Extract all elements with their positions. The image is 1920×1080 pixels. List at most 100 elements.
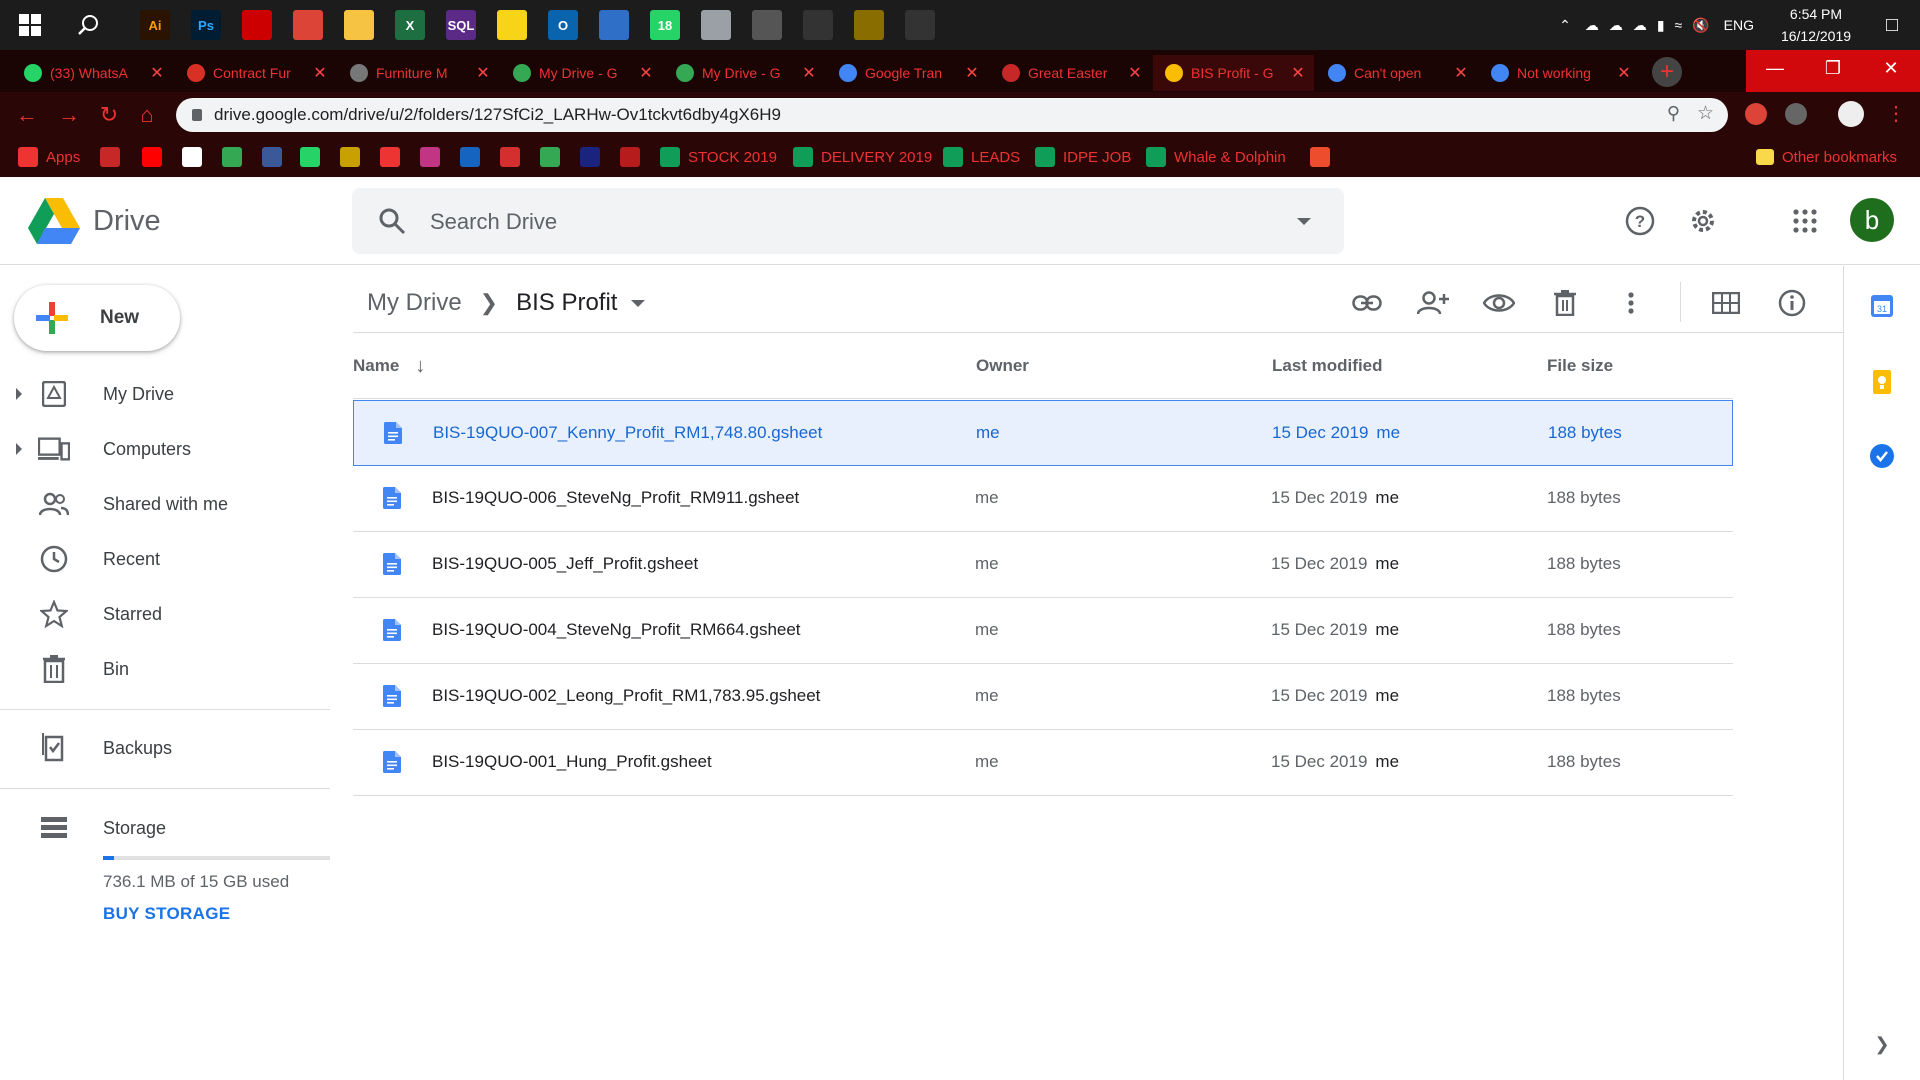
share-add-person-icon[interactable] — [1414, 284, 1452, 322]
bookmark-item[interactable] — [1310, 146, 1338, 168]
bookmark-item[interactable] — [420, 146, 448, 168]
profile-avatar-icon[interactable] — [1838, 101, 1864, 127]
excel-icon[interactable]: X — [392, 7, 428, 43]
close-tab-icon[interactable]: ✕ — [636, 63, 656, 83]
home-icon[interactable]: ⌂ — [134, 102, 160, 128]
bookmark-item[interactable]: LEADS — [943, 146, 1020, 168]
settings-gear-icon[interactable] — [1685, 203, 1721, 239]
expand-arrow-icon[interactable] — [16, 388, 22, 400]
new-button[interactable]: New — [14, 285, 180, 351]
get-link-icon[interactable] — [1348, 284, 1386, 322]
bookmark-item[interactable] — [340, 146, 368, 168]
new-tab-button[interactable]: + — [1652, 57, 1682, 87]
maximize-button[interactable]: ❐ — [1804, 50, 1862, 86]
taskbar-search-icon[interactable] — [71, 7, 107, 43]
close-tab-icon[interactable]: ✕ — [799, 63, 819, 83]
drive-logo-icon[interactable] — [28, 198, 80, 244]
bookmark-item[interactable] — [100, 146, 128, 168]
extension-icon[interactable] — [1785, 103, 1807, 125]
file-row[interactable]: BIS-19QUO-001_Hung_Profit.gsheet me 15 Dec… — [353, 730, 1733, 796]
file-name[interactable]: BIS-19QUO-002_Leong_Profit_RM1,783.95.gs… — [432, 664, 820, 728]
sidebar-item-storage[interactable]: Storage — [0, 802, 330, 854]
sidebar-item-computers[interactable]: Computers — [0, 423, 330, 475]
bookmark-item[interactable] — [580, 146, 608, 168]
language-indicator[interactable]: ENG — [1724, 17, 1754, 33]
sidebar-item-my-drive[interactable]: My Drive — [0, 368, 330, 420]
search-options-dropdown-icon[interactable] — [1297, 218, 1311, 225]
outlook-icon[interactable]: O — [545, 7, 581, 43]
sticky-notes-icon[interactable] — [494, 7, 530, 43]
sidebar-item-recent[interactable]: Recent — [0, 533, 330, 585]
bookmark-item[interactable] — [222, 146, 250, 168]
reload-icon[interactable]: ↻ — [96, 102, 122, 128]
sql-icon[interactable]: SQL — [443, 7, 479, 43]
file-row[interactable]: BIS-19QUO-006_SteveNg_Profit_RM911.gshee… — [353, 466, 1733, 532]
more-actions-icon[interactable] — [1612, 284, 1650, 322]
sort-arrow-down-icon[interactable]: ↓ — [415, 355, 425, 378]
sidebar-item-starred[interactable]: Starred — [0, 588, 330, 640]
search-icon[interactable] — [378, 207, 406, 235]
close-tab-icon[interactable]: ✕ — [1614, 63, 1634, 83]
file-name[interactable]: BIS-19QUO-001_Hung_Profit.gsheet — [432, 730, 712, 794]
bookmark-item[interactable] — [300, 146, 328, 168]
bookmark-item[interactable]: IDPE JOB — [1035, 146, 1131, 168]
expand-arrow-icon[interactable] — [16, 443, 22, 455]
google-apps-grid-icon[interactable] — [1787, 203, 1823, 239]
close-tab-icon[interactable]: ✕ — [310, 63, 330, 83]
bookmark-item[interactable] — [262, 146, 290, 168]
close-tab-icon[interactable]: ✕ — [1451, 63, 1471, 83]
file-name[interactable]: BIS-19QUO-005_Jeff_Profit.gsheet — [432, 532, 698, 596]
tasks-icon[interactable] — [1868, 442, 1896, 470]
zoom-icon[interactable]: ⚲ — [1667, 103, 1680, 124]
whatsapp-icon[interactable]: 18 — [647, 7, 683, 43]
bookmark-item[interactable]: Whale & Dolphin — [1146, 146, 1286, 168]
close-window-button[interactable]: ✕ — [1862, 50, 1920, 86]
remove-trash-icon[interactable] — [1546, 284, 1584, 322]
file-row[interactable]: BIS-19QUO-002_Leong_Profit_RM1,783.95.gs… — [353, 664, 1733, 730]
close-tab-icon[interactable]: ✕ — [1288, 63, 1308, 83]
wifi-icon[interactable]: ≈ — [1675, 17, 1683, 33]
close-tab-icon[interactable]: ✕ — [1125, 63, 1145, 83]
account-avatar[interactable]: b — [1850, 198, 1894, 242]
globe-app-icon[interactable] — [698, 7, 734, 43]
cloud-icon[interactable]: ☁ — [1585, 17, 1599, 34]
file-row[interactable]: BIS-19QUO-004_SteveNg_Profit_RM664.gshee… — [353, 598, 1733, 664]
close-tab-icon[interactable]: ✕ — [473, 63, 493, 83]
column-header-owner[interactable]: Owner — [976, 333, 1029, 399]
browser-tab[interactable]: My Drive - G ✕ — [501, 55, 662, 91]
calculator-icon[interactable] — [749, 7, 785, 43]
expand-panel-chevron-icon[interactable]: ❯ — [1868, 1030, 1896, 1058]
forward-icon[interactable]: → — [56, 102, 82, 128]
cloud-icon[interactable]: ☁ — [1633, 17, 1647, 34]
windows-start-icon[interactable] — [12, 7, 48, 43]
file-name[interactable]: BIS-19QUO-004_SteveNg_Profit_RM664.gshee… — [432, 598, 801, 662]
minimize-button[interactable]: — — [1746, 50, 1804, 86]
tree-app-icon[interactable] — [902, 7, 938, 43]
sidebar-item-bin[interactable]: Bin — [0, 643, 330, 695]
buy-storage-link[interactable]: BUY STORAGE — [103, 904, 230, 924]
bookmark-item[interactable] — [182, 146, 210, 168]
sidebar-item-shared[interactable]: Shared with me — [0, 478, 330, 530]
browser-tab[interactable]: Google Tran ✕ — [827, 55, 988, 91]
calendar-icon[interactable]: 31 — [1868, 292, 1896, 320]
sidebar-item-backups[interactable]: Backups — [0, 722, 330, 774]
breadcrumb-root[interactable]: My Drive — [367, 289, 462, 317]
bookmark-item[interactable]: STOCK 2019 — [660, 146, 777, 168]
browser-tab[interactable]: My Drive - G ✕ — [664, 55, 825, 91]
file-name[interactable]: BIS-19QUO-006_SteveNg_Profit_RM911.gshee… — [432, 466, 799, 530]
game-icon[interactable] — [851, 7, 887, 43]
google-plus-extension-icon[interactable] — [1745, 103, 1767, 125]
back-icon[interactable]: ← — [14, 102, 40, 128]
file-name[interactable]: BIS-19QUO-007_Kenny_Profit_RM1,748.80.gs… — [433, 401, 822, 465]
search-box[interactable]: Search Drive — [352, 188, 1344, 254]
bookmark-item[interactable] — [500, 146, 528, 168]
bookmark-item[interactable] — [540, 146, 568, 168]
bookmark-star-icon[interactable]: ☆ — [1697, 102, 1714, 125]
search-input[interactable]: Search Drive — [430, 209, 557, 235]
file-explorer-icon[interactable] — [341, 7, 377, 43]
column-header-last-modified[interactable]: Last modified — [1272, 333, 1383, 399]
browser-tab[interactable]: Furniture M ✕ — [338, 55, 499, 91]
column-header-file-size[interactable]: File size — [1547, 333, 1613, 399]
bookmark-item[interactable]: DELIVERY 2019 — [793, 146, 932, 168]
chrome-icon[interactable] — [290, 7, 326, 43]
